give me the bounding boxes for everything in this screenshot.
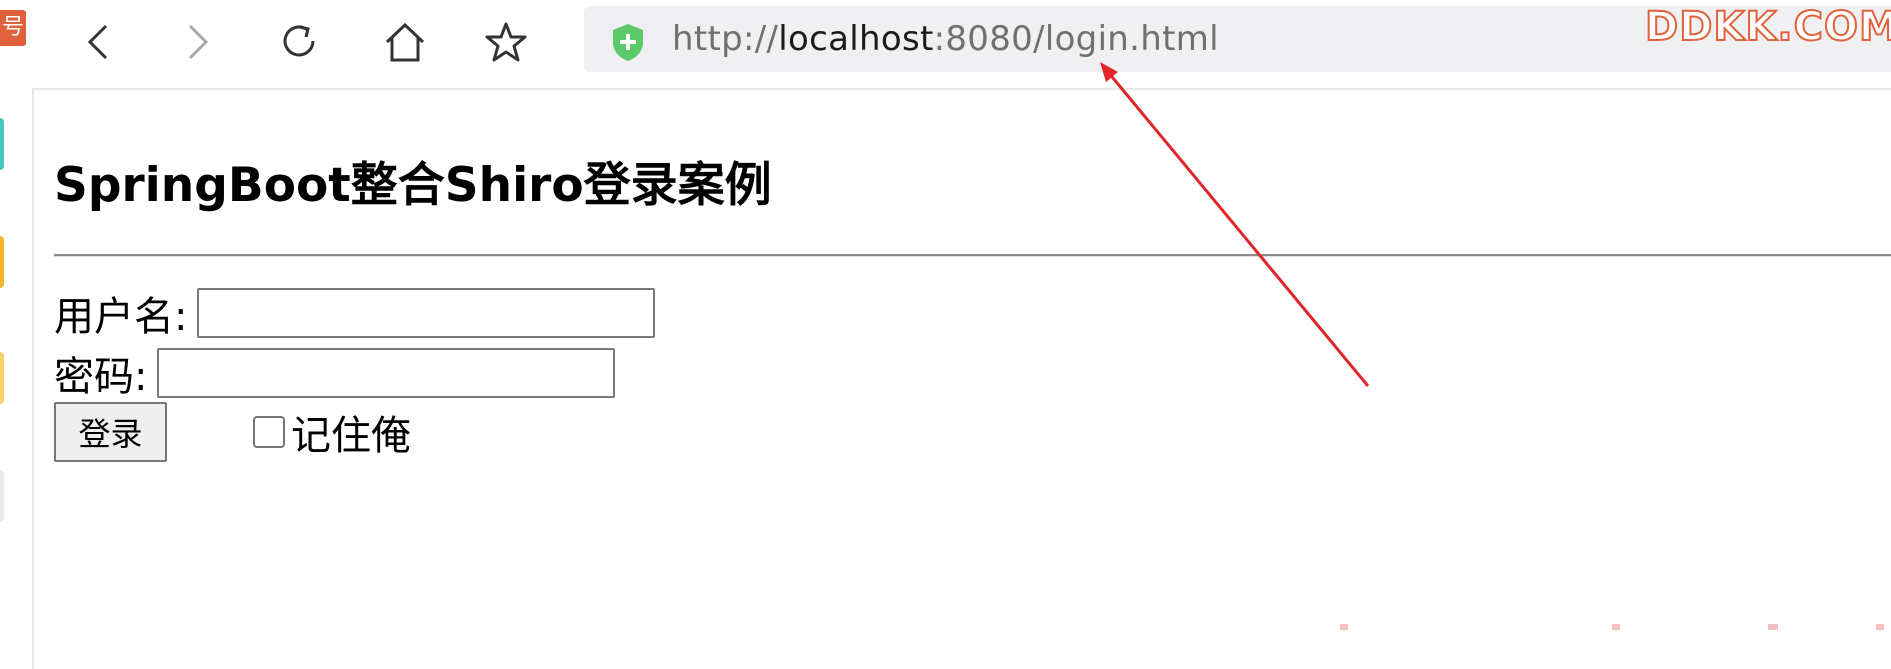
side-app-icon-yellow[interactable] [0, 352, 4, 404]
side-app-strip: 号 [0, 0, 34, 669]
side-app-icon-teal[interactable] [0, 118, 4, 170]
shield-plus-icon [613, 24, 643, 61]
url-scheme: http:// [672, 19, 779, 59]
divider [54, 254, 1891, 257]
side-badge[interactable]: 号 [0, 10, 26, 46]
home-icon [385, 22, 425, 62]
url-text: http://localhost:8080/login.html [672, 20, 1219, 58]
username-row: 用户名: [54, 284, 656, 342]
username-label: 用户名: [54, 294, 188, 340]
url-path: /login.html [1033, 19, 1219, 59]
back-button[interactable] [72, 14, 128, 70]
login-button[interactable]: 登录 [54, 402, 167, 462]
side-app-icon-gray[interactable] [0, 470, 4, 522]
password-row: 密码: [54, 344, 616, 402]
artifact-mark [1340, 624, 1348, 630]
side-app-icon-orange[interactable] [0, 236, 4, 288]
artifact-mark [1876, 624, 1884, 630]
page-title: SpringBoot整合Shiro登录案例 [54, 158, 772, 213]
forward-button[interactable] [168, 14, 224, 70]
reload-icon [283, 25, 315, 57]
artifact-mark [1612, 624, 1620, 630]
reload-button[interactable] [272, 14, 328, 70]
chevron-right-icon [188, 24, 209, 60]
username-input[interactable] [197, 288, 656, 338]
browser-toolbar: http://localhost:8080/login.html [32, 0, 1891, 90]
favorite-button[interactable] [478, 14, 534, 70]
password-label: 密码: [54, 354, 148, 400]
chevron-left-icon [87, 24, 108, 60]
actions-row: 登录 记住俺 [54, 402, 411, 462]
url-port: :8080 [933, 19, 1034, 59]
url-host: localhost [778, 19, 934, 59]
star-icon [485, 22, 527, 62]
remember-me-label: 记住俺 [291, 413, 411, 459]
remember-me-checkbox[interactable] [253, 416, 285, 448]
artifact-mark [1768, 624, 1778, 630]
password-input[interactable] [157, 348, 616, 398]
home-button[interactable] [377, 14, 433, 70]
watermark: DDKK.COM [1644, 3, 1891, 51]
